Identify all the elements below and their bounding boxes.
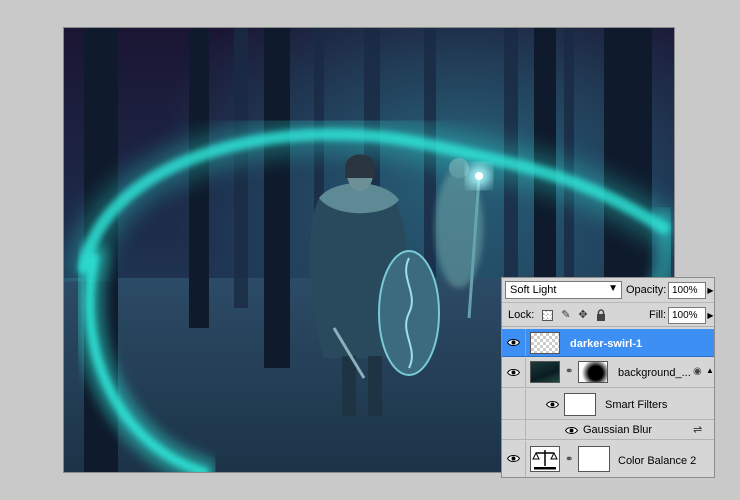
- visibility-toggle[interactable]: [502, 441, 526, 477]
- visibility-toggle[interactable]: [502, 358, 526, 387]
- eye-icon[interactable]: [565, 426, 578, 435]
- layers-panel: Soft Light ▼ Opacity: 100% ▶ Lock: ✎ ✥ F…: [501, 277, 715, 478]
- layer-name: Gaussian Blur: [583, 424, 653, 436]
- chevron-down-icon: ▼: [608, 283, 618, 294]
- layer-name: background_...: [618, 367, 691, 379]
- visibility-toggle[interactable]: [502, 329, 526, 356]
- opacity-label: Opacity:: [626, 284, 667, 296]
- gaussian-blur-row[interactable]: Gaussian Blur ⇌: [502, 420, 714, 440]
- fill-slider-arrow-icon[interactable]: ▶: [706, 307, 715, 324]
- lock-label: Lock:: [508, 309, 535, 321]
- eye-icon: [507, 455, 520, 462]
- opacity-slider-arrow-icon[interactable]: ▶: [706, 282, 715, 299]
- layer-name: darker-swirl-1: [570, 338, 643, 350]
- link-chain-icon[interactable]: ⚭: [565, 454, 573, 465]
- layer-thumbnail: [530, 332, 560, 354]
- smart-filters-row[interactable]: Smart Filters: [502, 389, 714, 420]
- eye-icon[interactable]: [546, 400, 559, 409]
- layer-name: Color Balance 2: [618, 455, 697, 467]
- smart-filter-mask-thumbnail[interactable]: [564, 393, 596, 416]
- expand-triangle-icon[interactable]: ▲: [706, 366, 714, 375]
- smart-filter-badge-icon: ◉: [693, 366, 702, 377]
- lock-position-icon[interactable]: ✥: [577, 309, 589, 321]
- layer-mask-thumbnail[interactable]: [578, 446, 610, 472]
- layer-mask-thumbnail[interactable]: [578, 361, 608, 383]
- blend-mode-dropdown[interactable]: Soft Light ▼: [505, 281, 622, 299]
- eye-icon: [507, 339, 520, 346]
- empty-visibility-cell: [502, 389, 526, 419]
- empty-visibility-cell: [502, 420, 526, 439]
- blend-options-row: Soft Light ▼ Opacity: 100% ▶: [502, 278, 714, 303]
- blend-mode-value: Soft Light: [510, 284, 557, 296]
- layer-background[interactable]: ⚭ background_... ◉ ▲: [502, 358, 714, 388]
- lock-image-pixels-icon[interactable]: ✎: [560, 309, 572, 321]
- layer-darker-swirl-1[interactable]: darker-swirl-1: [502, 329, 714, 357]
- opacity-input[interactable]: 100%: [668, 282, 706, 299]
- layer-thumbnail: [530, 361, 560, 383]
- fill-input[interactable]: 100%: [668, 307, 706, 324]
- lock-row: Lock: ✎ ✥ Fill: 100% ▶: [502, 303, 714, 327]
- balance-scale-icon[interactable]: [530, 446, 560, 472]
- lock-all-icon[interactable]: [595, 309, 607, 321]
- link-chain-icon[interactable]: ⚭: [565, 366, 573, 377]
- eye-icon: [507, 369, 520, 376]
- layer-name: Smart Filters: [605, 399, 668, 411]
- fill-label: Fill:: [649, 309, 667, 321]
- lock-transparent-pixels-icon[interactable]: [542, 310, 553, 321]
- filter-blending-options-icon[interactable]: ⇌: [693, 423, 702, 436]
- layer-color-balance-2[interactable]: ⚭ Color Balance 2: [502, 441, 714, 477]
